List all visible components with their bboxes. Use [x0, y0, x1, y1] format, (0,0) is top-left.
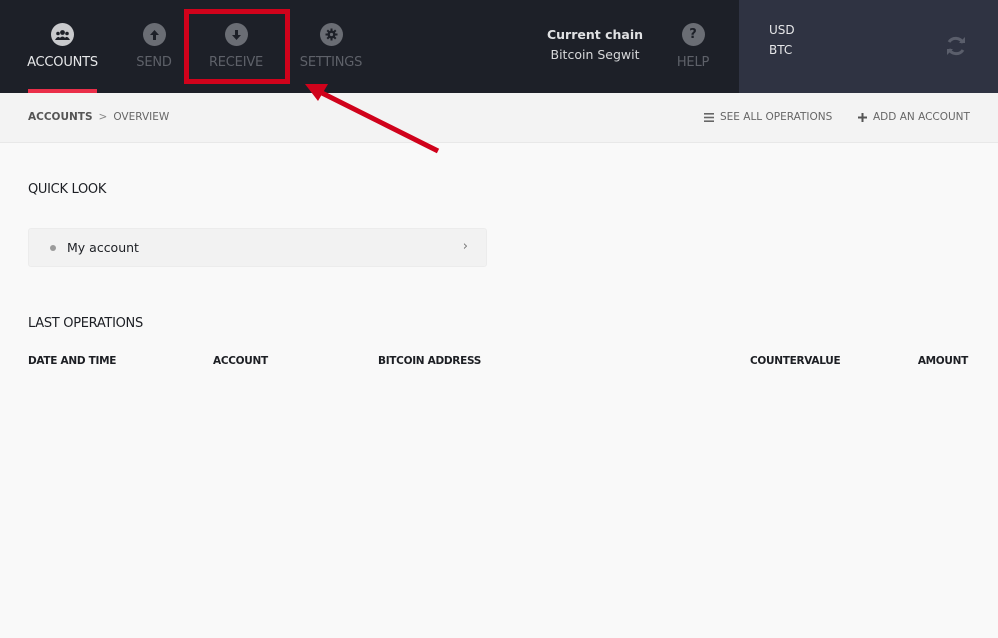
nav-settings-label: SETTINGS — [299, 55, 363, 70]
currency-secondary: BTC — [769, 43, 793, 57]
column-account: ACCOUNT — [213, 355, 268, 367]
nav-accounts-label: ACCOUNTS — [27, 55, 98, 70]
settings-icon — [319, 23, 343, 46]
nav-receive-label: RECEIVE — [208, 55, 264, 70]
breadcrumb: ACCOUNTS > OVERVIEW — [28, 111, 169, 123]
column-countervalue: COUNTERVALUE — [750, 355, 841, 367]
see-all-operations-label: SEE ALL OPERATIONS — [720, 111, 833, 123]
account-name: My account — [67, 240, 139, 255]
column-bitcoin-address: BITCOIN ADDRESS — [378, 355, 482, 367]
current-chain-value: Bitcoin Segwit — [550, 47, 640, 62]
help-icon: ? — [681, 23, 705, 46]
account-card[interactable]: My account › — [28, 228, 487, 267]
nav-receive[interactable]: RECEIVE — [208, 0, 264, 93]
currency-primary: USD — [769, 23, 795, 37]
current-chain-title: Current chain — [546, 27, 644, 42]
accounts-icon — [51, 23, 74, 46]
quick-look-title: QUICK LOOK — [28, 182, 107, 197]
last-operations-title: LAST OPERATIONS — [28, 316, 143, 331]
account-status-dot — [50, 245, 56, 251]
breadcrumb-overview: OVERVIEW — [113, 111, 170, 123]
nav-help[interactable]: ? HELP — [676, 0, 710, 93]
breadcrumb-accounts[interactable]: ACCOUNTS — [28, 111, 93, 123]
see-all-operations-button[interactable]: SEE ALL OPERATIONS — [704, 111, 832, 123]
nav-accounts[interactable]: ACCOUNTS — [27, 0, 98, 93]
add-account-button[interactable]: ADD AN ACCOUNT — [858, 111, 970, 123]
add-account-label: ADD AN ACCOUNT — [873, 111, 970, 123]
receive-icon — [224, 23, 248, 46]
column-date-and-time: DATE AND TIME — [28, 355, 117, 367]
nav-send-label: SEND — [136, 55, 172, 70]
column-amount: AMOUNT — [917, 355, 968, 367]
current-chain[interactable]: Current chain Bitcoin Segwit — [540, 27, 650, 62]
nav-help-label: HELP — [676, 55, 710, 70]
refresh-icon[interactable] — [944, 34, 968, 58]
nav-settings[interactable]: SETTINGS — [300, 0, 362, 93]
send-icon — [142, 23, 166, 46]
breadcrumb-separator: > — [98, 111, 108, 123]
plus-icon — [858, 112, 867, 122]
nav-send[interactable]: SEND — [136, 0, 172, 93]
list-icon — [704, 112, 714, 122]
top-navigation-bar: ACCOUNTS SEND RECEIVE SETTINGS Current c… — [0, 0, 998, 93]
chevron-right-icon: › — [462, 239, 468, 254]
breadcrumb-bar: ACCOUNTS > OVERVIEW SEE ALL OPERATIONS A… — [0, 93, 998, 143]
